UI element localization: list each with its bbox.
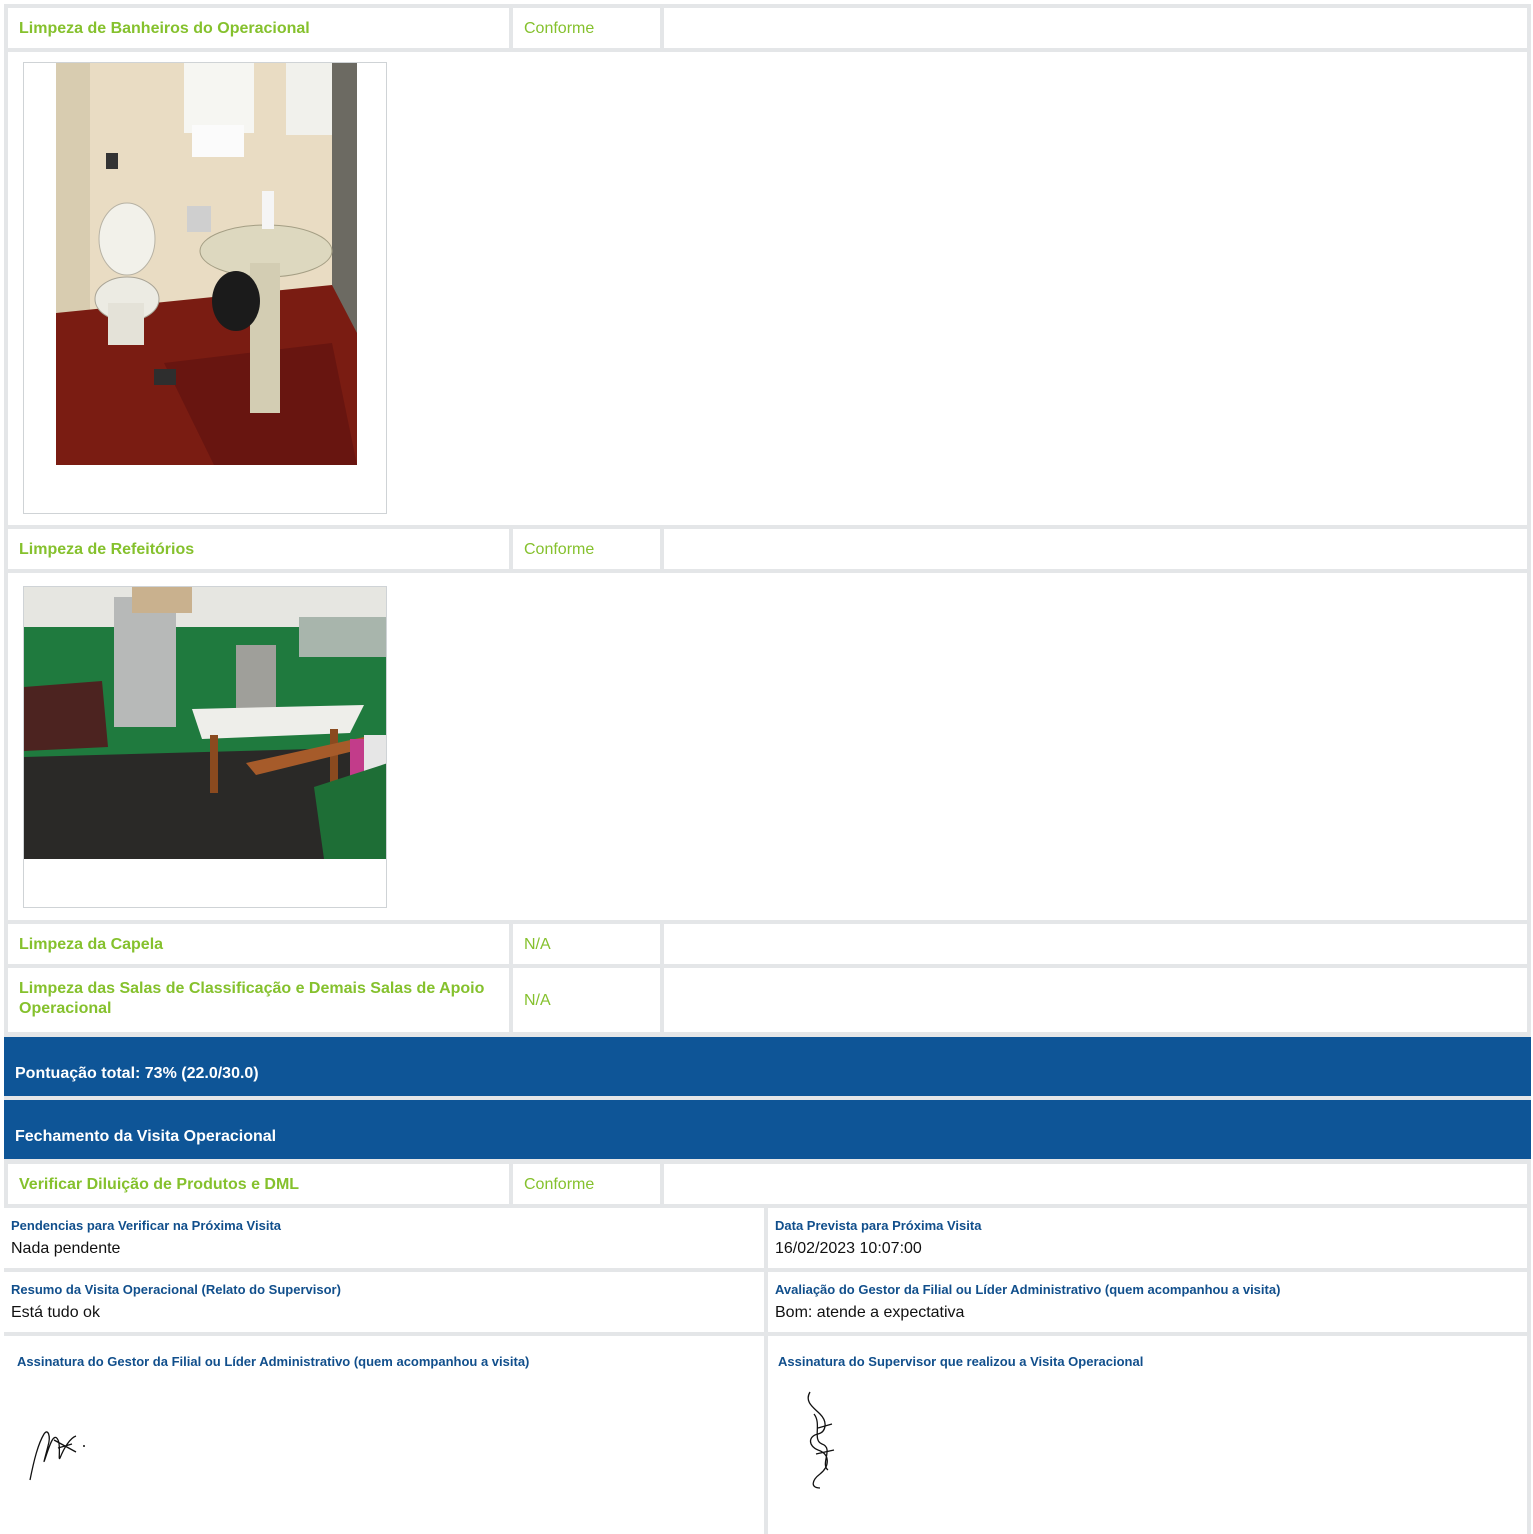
item-title: Verificar Diluição de Produtos e DML [19,1176,300,1193]
bathroom-photo [56,63,357,465]
item-banheiros-photo-row [8,52,1527,525]
closing-section-title: Fechamento da Visita Operacional [15,1128,277,1145]
field-label: Data Prevista para Próxima Visita [775,1218,982,1233]
signature-label: Assinatura do Gestor da Filial ou Líder … [17,1354,530,1369]
item-refeitorios-status-cell: Conforme [513,529,660,569]
closing-section-header: Fechamento da Visita Operacional [4,1100,1531,1159]
refectory-photo [24,587,386,859]
item-diluicao-title-cell: Verificar Diluição de Produtos e DML [8,1164,509,1204]
signature-image [29,1431,85,1481]
field-label: Pendencias para Verificar na Próxima Vis… [11,1218,282,1233]
item-diluicao-notes-cell [664,1164,1527,1204]
item-salas-status-cell: N/A [513,968,660,1032]
score-total: Pontuação total: 73% (22.0/30.0) [15,1065,259,1082]
report-frame: Limpeza de Banheiros do Operacional Conf… [4,4,1531,1534]
item-refeitorios-notes-cell [664,529,1527,569]
item-status: Conforme [524,20,595,37]
field-label: Avaliação do Gestor da Filial ou Líder A… [775,1282,1281,1297]
item-salas-notes-cell [664,968,1527,1032]
score-band: Pontuação total: 73% (22.0/30.0) [4,1037,1531,1096]
item-diluicao-status-cell: Conforme [513,1164,660,1204]
item-status: N/A [524,936,551,953]
field-label: Resumo da Visita Operacional (Relato do … [11,1282,341,1297]
item-title: Limpeza de Banheiros do Operacional [19,20,310,37]
field-value: Nada pendente [11,1240,121,1257]
signature-gestor: Assinatura do Gestor da Filial ou Líder … [4,1336,764,1534]
field-value: Bom: atende a expectativa [775,1304,965,1321]
item-status: Conforme [524,541,595,558]
item-refeitorios-title-cell: Limpeza de Refeitórios [8,529,509,569]
photo-thumbnail[interactable] [23,62,387,514]
item-title: Limpeza da Capela [19,936,164,953]
item-capela-notes-cell [664,924,1527,964]
item-status: N/A [524,992,551,1009]
item-banheiros-title-cell: Limpeza de Banheiros do Operacional [8,8,509,48]
field-avaliacao: Avaliação do Gestor da Filial ou Líder A… [768,1272,1527,1332]
item-banheiros-status-cell: Conforme [513,8,660,48]
photo-thumbnail[interactable] [23,586,387,908]
field-resumo: Resumo da Visita Operacional (Relato do … [4,1272,764,1332]
field-value: Está tudo ok [11,1304,100,1321]
item-salas-title-cell: Limpeza das Salas de Classificação e Dem… [8,968,509,1032]
item-title: Limpeza das Salas de Classificação e Dem… [19,980,485,1017]
item-refeitorios-photo-row [8,573,1527,920]
signature-supervisor: Assinatura do Supervisor que realizou a … [768,1336,1527,1534]
field-pendencias: Pendencias para Verificar na Próxima Vis… [4,1208,764,1268]
item-capela-status-cell: N/A [513,924,660,964]
item-capela-title-cell: Limpeza da Capela [8,924,509,964]
signature-image [807,1391,835,1489]
signature-label: Assinatura do Supervisor que realizou a … [778,1354,1144,1369]
field-value: 16/02/2023 10:07:00 [775,1240,922,1257]
item-status: Conforme [524,1176,595,1193]
item-title: Limpeza de Refeitórios [19,541,195,558]
item-banheiros-notes-cell [664,8,1527,48]
field-data-prevista: Data Prevista para Próxima Visita 16/02/… [768,1208,1527,1268]
